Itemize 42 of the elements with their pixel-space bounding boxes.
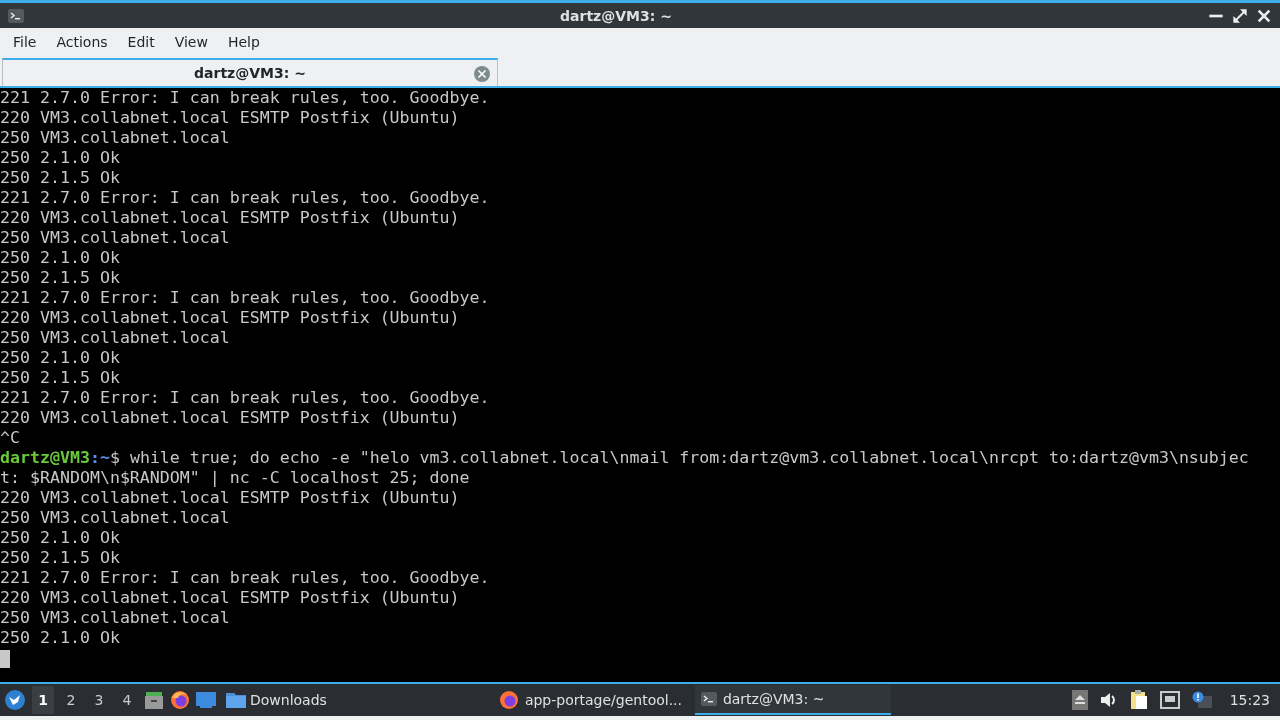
terminal-line: 250 VM3.collabnet.local — [0, 228, 231, 248]
clock: 15:23 — [1228, 692, 1271, 708]
terminal-line: 250 VM3.collabnet.local — [0, 328, 231, 348]
terminal-line: 220 VM3.collabnet.local ESMTP Postfix (Ubuntu) — [0, 408, 461, 428]
terminal-line: 250 2.1.5 Ok — [0, 548, 121, 568]
terminal-line: ^C — [0, 428, 21, 448]
terminal-line: 250 VM3.collabnet.local — [0, 128, 231, 148]
terminal-line: 250 VM3.collabnet.local — [0, 608, 231, 628]
desktop-switcher[interactable]: 1 — [32, 686, 54, 714]
desktop-switcher[interactable]: 3 — [88, 686, 110, 714]
terminal-line: 250 2.1.0 Ok — [0, 248, 121, 268]
terminal-tab[interactable]: dartz@VM3: ~ — [2, 58, 498, 86]
terminal-line: 220 VM3.collabnet.local ESMTP Postfix (Ubuntu) — [0, 108, 461, 128]
terminal-line: 250 2.1.0 Ok — [0, 528, 121, 548]
desktop-switcher[interactable]: 4 — [116, 686, 138, 714]
terminal-line: 250 2.1.0 Ok — [0, 348, 121, 368]
terminal-line: 250 2.1.0 Ok — [0, 628, 121, 648]
terminal-line: 250 2.1.5 Ok — [0, 368, 121, 388]
terminal-line: 221 2.7.0 Error: I can break rules, too. Goodbye. — [0, 568, 491, 588]
command-line: dartz@VM3:~$ while true; do echo -e "helo vm3.collabnet.local\nmail from:dartz@vm3.collabnet.local\nrcpt to:dartz@vm3\nsubject: $RANDOM\n$RANDOM" | nc -C localhost 25; done — [0, 448, 1250, 488]
menu-item[interactable]: File — [3, 30, 47, 54]
terminal-line: 220 VM3.collabnet.local ESMTP Postfix (Ubuntu) — [0, 208, 461, 228]
terminal-line: 220 VM3.collabnet.local ESMTP Postfix (Ubuntu) — [0, 588, 461, 608]
terminal-line: 220 VM3.collabnet.local ESMTP Postfix (Ubuntu) — [0, 488, 461, 508]
terminal-line: 220 VM3.collabnet.local ESMTP Postfix (Ubuntu) — [0, 308, 461, 328]
terminal-line: 221 2.7.0 Error: I can break rules, too. Goodbye. — [0, 388, 491, 408]
desktop-switcher[interactable]: 2 — [60, 686, 82, 714]
terminal-line: 250 2.1.5 Ok — [0, 268, 121, 288]
terminal-line: 250 2.1.5 Ok — [0, 168, 121, 188]
taskbar-task[interactable]: dartz@VM3: ~ — [694, 685, 891, 715]
terminal-line: 221 2.7.0 Error: I can break rules, too. Goodbye. — [0, 188, 491, 208]
menu-item[interactable]: View — [164, 30, 218, 54]
terminal-line: 250 VM3.collabnet.local — [0, 508, 231, 528]
folder-launcher[interactable]: Downloads — [250, 692, 327, 708]
terminal-line: 221 2.7.0 Error: I can break rules, too. Goodbye. — [0, 88, 491, 108]
taskbar-task[interactable]: app-portage/gentool... — [492, 685, 689, 715]
window-title: dartz@VM3: ~ — [559, 7, 673, 24]
terminal-line: 221 2.7.0 Error: I can break rules, too. Goodbye. — [0, 288, 491, 308]
menu-item[interactable]: Edit — [117, 30, 165, 54]
menu-item[interactable]: Help — [217, 30, 270, 54]
menu-item[interactable]: Actions — [46, 30, 118, 54]
terminal-line: 250 2.1.0 Ok — [0, 148, 121, 168]
